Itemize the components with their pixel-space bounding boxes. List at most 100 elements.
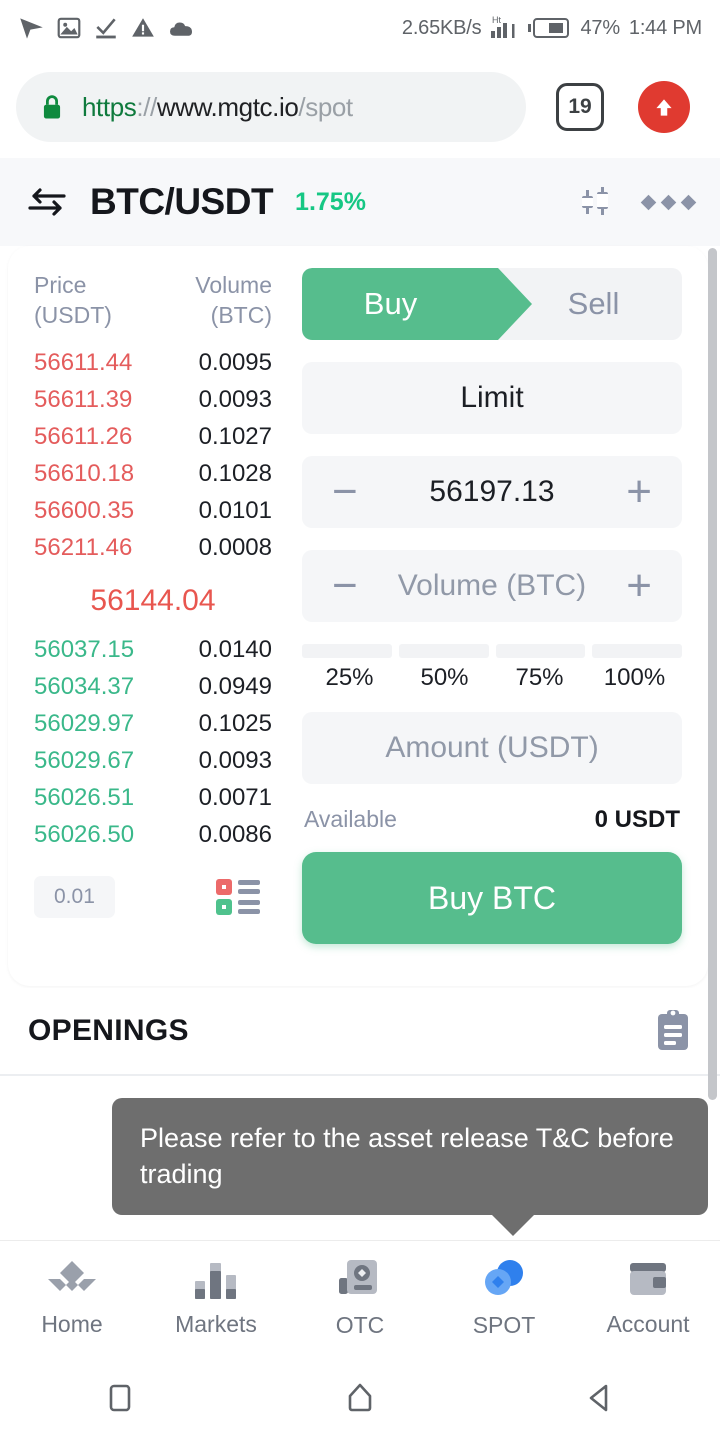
table-row[interactable]: 56034.37 0.0949 bbox=[34, 669, 272, 706]
ask-volume: 0.0095 bbox=[198, 349, 272, 377]
bottom-navigation: Home Markets OTC SPOT Account bbox=[0, 1240, 720, 1356]
available-balance: Available 0 USDT bbox=[304, 806, 680, 834]
upload-arrow-button[interactable] bbox=[638, 81, 690, 133]
amount-input[interactable]: Amount (USDT) bbox=[302, 712, 682, 784]
table-row[interactable]: 56611.39 0.0093 bbox=[34, 382, 272, 419]
ask-rows: 56611.44 0.0095 56611.39 0.0093 56611.26 0.… bbox=[34, 345, 272, 567]
tab-count-button[interactable]: 19 bbox=[556, 83, 604, 131]
home-diamond-icon bbox=[48, 1261, 96, 1291]
table-row[interactable]: 56026.51 0.0071 bbox=[34, 780, 272, 817]
svg-text:Ht: Ht bbox=[492, 15, 501, 25]
percent-bar[interactable] bbox=[592, 644, 682, 658]
table-row[interactable]: 56029.97 0.1025 bbox=[34, 706, 272, 743]
recents-square-icon[interactable] bbox=[100, 1378, 140, 1418]
ask-price: 56600.35 bbox=[34, 497, 135, 525]
sell-tab[interactable]: Sell bbox=[505, 268, 682, 340]
phone-screen: 2.65KB/s Ht 47% 1:44 PM https://www.mgtc… bbox=[0, 0, 720, 1440]
price-plus-button[interactable]: + bbox=[626, 470, 652, 514]
wallet-icon bbox=[630, 1263, 666, 1295]
candlestick-icon[interactable] bbox=[579, 184, 613, 220]
percent-bar[interactable] bbox=[302, 644, 392, 658]
percent-25-button[interactable]: 25% bbox=[302, 664, 397, 692]
url-separator: :// bbox=[136, 91, 157, 122]
table-row[interactable]: 56611.44 0.0095 bbox=[34, 345, 272, 382]
ask-volume: 0.0093 bbox=[198, 386, 272, 414]
volume-plus-button[interactable]: + bbox=[626, 564, 652, 608]
status-bar-right: 2.65KB/s Ht 47% 1:44 PM bbox=[402, 13, 702, 43]
volume-input[interactable]: − Volume (BTC) + bbox=[302, 550, 682, 622]
table-row[interactable]: 56600.35 0.0101 bbox=[34, 493, 272, 530]
browser-toolbar: https://www.mgtc.io/spot 19 bbox=[0, 56, 720, 158]
percent-labels: 25% 50% 75% 100% bbox=[302, 664, 682, 692]
nav-item-otc[interactable]: OTC bbox=[288, 1241, 432, 1356]
table-row[interactable]: 56611.26 0.1027 bbox=[34, 419, 272, 456]
bid-volume: 0.0949 bbox=[198, 673, 272, 701]
price-input[interactable]: − 56197.13 + bbox=[302, 456, 682, 528]
check-download-icon bbox=[96, 18, 116, 39]
status-bar: 2.65KB/s Ht 47% 1:44 PM bbox=[0, 0, 720, 56]
pair-header: BTC/USDT 1.75% bbox=[0, 158, 720, 246]
table-row[interactable]: 56211.46 0.0008 bbox=[34, 530, 272, 567]
nav-item-home[interactable]: Home bbox=[0, 1241, 144, 1356]
percent-bar[interactable] bbox=[495, 644, 586, 658]
percent-50-button[interactable]: 50% bbox=[397, 664, 492, 692]
nav-item-spot[interactable]: SPOT bbox=[432, 1241, 576, 1356]
page-title: BTC/USDT bbox=[90, 181, 274, 222]
menu-dot bbox=[660, 194, 677, 210]
toast-message: Please refer to the asset release T&C be… bbox=[112, 1098, 708, 1236]
volume-placeholder: Volume (BTC) bbox=[397, 569, 587, 602]
bid-volume: 0.1025 bbox=[198, 710, 272, 738]
percent-100-button[interactable]: 100% bbox=[587, 664, 682, 692]
menu-dot bbox=[680, 194, 697, 210]
bid-price: 56029.67 bbox=[34, 747, 135, 775]
cloud-icon bbox=[170, 21, 192, 36]
volume-minus-button[interactable]: − bbox=[332, 564, 358, 608]
nav-item-account[interactable]: Account bbox=[576, 1241, 720, 1356]
bid-volume: 0.0086 bbox=[198, 821, 272, 849]
ask-volume: 0.0008 bbox=[198, 534, 272, 562]
back-triangle-icon[interactable] bbox=[580, 1378, 620, 1418]
order-type-selector[interactable]: Limit bbox=[302, 362, 682, 434]
ask-price: 56611.26 bbox=[34, 423, 133, 451]
bid-volume: 0.0140 bbox=[198, 636, 272, 664]
percent-75-button[interactable]: 75% bbox=[492, 664, 587, 692]
url-host: www.mgtc.io bbox=[156, 91, 299, 122]
url-text: https://www.mgtc.io/spot bbox=[82, 92, 353, 123]
orderbook-display-icon[interactable] bbox=[216, 877, 262, 917]
percent-bar[interactable] bbox=[398, 644, 489, 658]
toast-pointer bbox=[492, 1214, 534, 1236]
ask-price: 56611.44 bbox=[34, 349, 133, 377]
table-row[interactable]: 56026.50 0.0086 bbox=[34, 817, 272, 854]
buy-sell-toggle: Buy Sell bbox=[302, 268, 682, 340]
swap-arrows-icon[interactable] bbox=[26, 187, 68, 217]
menu-dot bbox=[640, 194, 657, 210]
table-row[interactable]: 56029.67 0.0093 bbox=[34, 743, 272, 780]
more-options-icon[interactable] bbox=[640, 194, 697, 210]
bid-price: 56026.50 bbox=[34, 821, 135, 849]
header-actions bbox=[579, 184, 697, 220]
bid-price: 56029.97 bbox=[34, 710, 135, 738]
order-book-header: Price (USDT) Volume (BTC) bbox=[34, 270, 272, 331]
openings-title: OPENINGS bbox=[28, 1014, 189, 1047]
buy-tab[interactable]: Buy bbox=[302, 268, 505, 340]
price-minus-button[interactable]: − bbox=[332, 470, 358, 514]
toast-text: Please refer to the asset release T&C be… bbox=[140, 1123, 674, 1190]
tick-size-selector[interactable]: 0.01 bbox=[34, 875, 115, 918]
table-row[interactable]: 56037.15 0.0140 bbox=[34, 632, 272, 669]
table-row[interactable]: 56610.18 0.1028 bbox=[34, 456, 272, 493]
clipboard-orders-icon[interactable] bbox=[654, 1009, 692, 1053]
status-bar-left-icons bbox=[18, 14, 196, 43]
buy-btc-button[interactable]: Buy BTC bbox=[302, 852, 682, 944]
send-icon bbox=[20, 17, 43, 39]
clock: 1:44 PM bbox=[628, 16, 702, 39]
spot-circles-icon bbox=[485, 1260, 523, 1295]
home-pentagon-icon[interactable] bbox=[340, 1378, 380, 1418]
url-bar[interactable]: https://www.mgtc.io/spot bbox=[16, 72, 526, 142]
url-path: /spot bbox=[298, 91, 353, 122]
order-form: Buy Sell Limit − 56197.13 + − Volume (BT… bbox=[290, 246, 708, 986]
nav-item-markets[interactable]: Markets bbox=[144, 1241, 288, 1356]
bar-chart-icon bbox=[195, 1263, 236, 1299]
nav-label-spot: SPOT bbox=[472, 1312, 536, 1338]
page-scrollbar[interactable] bbox=[708, 248, 717, 1100]
order-book: Price (USDT) Volume (BTC) 56611.44 0.0095… bbox=[8, 246, 290, 986]
